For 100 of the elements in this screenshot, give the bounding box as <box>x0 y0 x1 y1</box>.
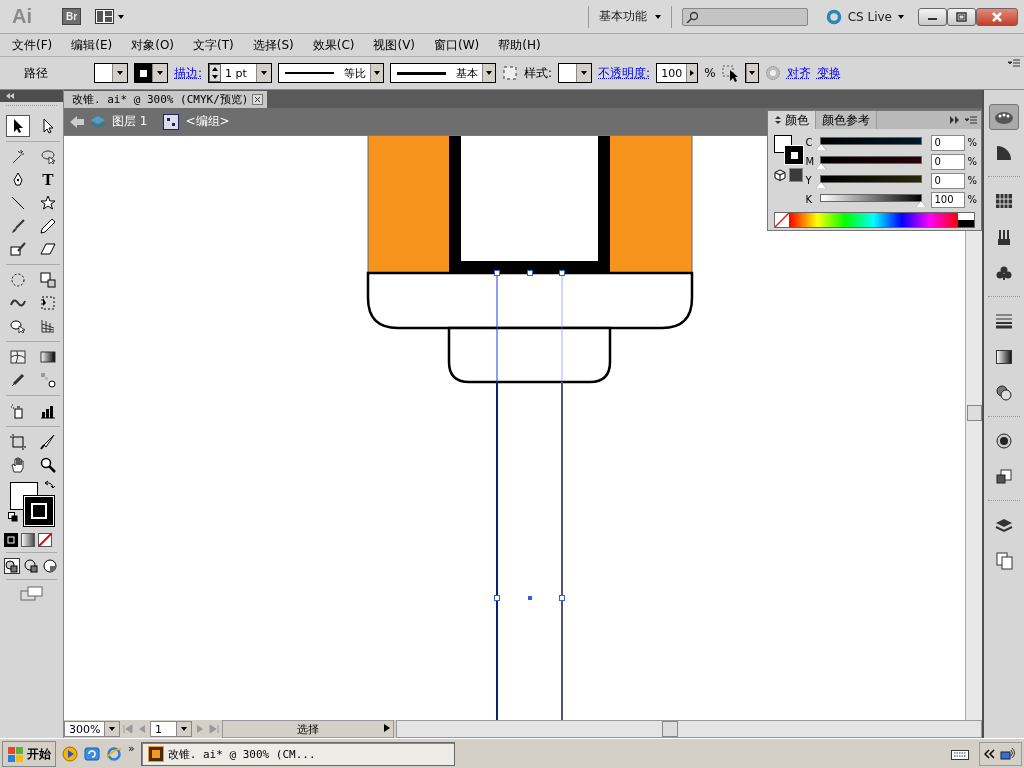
menu-item[interactable]: 文件(F) <box>5 36 65 54</box>
cursor-box-icon[interactable] <box>721 64 739 82</box>
menu-item[interactable]: 帮助(H) <box>491 36 553 54</box>
menu-item[interactable]: 文字(T) <box>186 36 246 54</box>
stroke-swatch-dropdown[interactable] <box>134 63 168 83</box>
media-player-icon[interactable] <box>62 746 78 762</box>
start-button[interactable]: 开始 <box>2 741 56 767</box>
percent-label: % <box>967 175 977 186</box>
bar-graph-icon <box>40 403 56 419</box>
menu-item[interactable]: 效果(C) <box>305 36 367 54</box>
panel-tab[interactable]: 颜色 <box>768 111 816 129</box>
rotate-icon <box>10 272 26 288</box>
menu-item[interactable]: 窗口(W) <box>427 36 492 54</box>
color-mode-icon[interactable] <box>4 533 18 547</box>
minimize-button[interactable] <box>918 7 947 26</box>
layout-icon[interactable] <box>95 9 115 24</box>
palette-icon <box>994 109 1014 125</box>
group-icon[interactable] <box>163 113 180 130</box>
close-button[interactable] <box>976 7 1018 26</box>
browser-icon[interactable] <box>106 746 122 762</box>
back-arrow-icon[interactable] <box>70 114 84 129</box>
channel-label: Y <box>805 175 813 186</box>
hollow-arrow-icon <box>40 118 56 134</box>
cube-icon[interactable] <box>774 169 786 182</box>
status-menu[interactable]: 选择 <box>222 720 394 738</box>
cs-live-menu[interactable]: CS Live <box>847 9 892 24</box>
stroke-swatch[interactable] <box>784 145 804 165</box>
pencil-icon <box>40 218 56 234</box>
channel-value-field[interactable]: 0 <box>931 153 966 170</box>
panel-tab[interactable]: 颜色参考 <box>816 111 877 129</box>
out-of-gamut-swatch[interactable] <box>789 168 803 182</box>
draw-behind-icon[interactable] <box>23 558 39 574</box>
gradient-mode-icon[interactable] <box>21 533 35 547</box>
blob-brush-icon <box>10 241 26 257</box>
width-profile-dropdown[interactable]: 等比 <box>278 63 385 83</box>
overlapping-circles-icon <box>996 385 1012 401</box>
panel-menu-icon[interactable] <box>965 116 977 124</box>
scrollbar-thumb[interactable] <box>967 405 982 421</box>
channel-value-field[interactable]: 100 <box>931 191 966 208</box>
dashed-frame-icon[interactable] <box>502 65 519 81</box>
swap-icon[interactable] <box>44 480 56 490</box>
channel-value-field[interactable]: 0 <box>931 134 966 151</box>
maximize-button[interactable] <box>947 7 976 26</box>
menu-item[interactable]: 编辑(E) <box>64 36 125 54</box>
type-tool[interactable]: T <box>36 169 60 191</box>
style-dropdown[interactable] <box>558 63 593 83</box>
zoom-dropdown[interactable]: 300% <box>64 721 120 737</box>
draw-normal-icon[interactable] <box>4 558 20 574</box>
search-field[interactable] <box>681 7 808 26</box>
opacity-link[interactable]: 不透明度: <box>598 64 651 82</box>
stroke-link[interactable]: 描边: <box>174 64 203 82</box>
percent-label: % <box>967 194 977 205</box>
group-crumb[interactable]: <编组> <box>185 113 230 130</box>
slider-thumb[interactable] <box>816 162 827 169</box>
color-panel-button[interactable] <box>989 104 1019 130</box>
menu-item[interactable]: 选择(S) <box>245 36 306 54</box>
align-link[interactable]: 对齐 <box>786 64 811 82</box>
windows-flag-icon <box>7 745 24 763</box>
close-icon[interactable] <box>252 94 264 105</box>
none-swatch-icon[interactable] <box>775 213 789 227</box>
brush-dropdown[interactable]: 基本 <box>390 63 497 83</box>
slider-thumb[interactable] <box>816 143 827 150</box>
shape-builder-icon <box>10 318 26 334</box>
collapse-icon[interactable] <box>6 93 14 99</box>
slider-thumb[interactable] <box>816 181 827 188</box>
page-dropdown[interactable]: 1 <box>150 721 192 737</box>
more-toolbar-button[interactable]: » <box>128 742 135 755</box>
refresh-window-icon[interactable] <box>84 746 100 762</box>
horizontal-scrollbar[interactable] <box>396 720 982 738</box>
pages-icon <box>995 552 1013 570</box>
workspace-switcher[interactable]: 基本功能 <box>598 8 661 25</box>
panel-menu-icon[interactable] <box>1008 59 1020 67</box>
expand-icon[interactable] <box>950 116 959 124</box>
taskbar-window-button[interactable]: 改锥. ai* @ 300% (CM... <box>140 742 455 766</box>
bridge-button[interactable]: Br <box>62 8 82 25</box>
none-mode-icon[interactable] <box>38 533 52 547</box>
default-colors-icon[interactable] <box>8 512 18 522</box>
document-tab[interactable]: 改锥. ai* @ 300% (CMYK/预览) <box>64 91 268 108</box>
menu-item[interactable]: 对象(O) <box>124 36 187 54</box>
percent-label: % <box>967 156 977 167</box>
expand-tray-icon[interactable] <box>984 748 995 760</box>
app-logo: Ai <box>12 5 33 28</box>
layer-crumb[interactable]: 图层 1 <box>112 113 148 130</box>
squares-icon <box>996 469 1012 485</box>
transform-link[interactable]: 变换 <box>816 64 841 82</box>
fill-swatch-dropdown[interactable] <box>94 63 128 83</box>
channel-label: M <box>805 156 816 167</box>
channel-value-field[interactable]: 0 <box>931 172 966 189</box>
target-circle-icon <box>996 433 1012 449</box>
draw-inside-icon[interactable] <box>42 558 58 574</box>
brush-icon <box>10 218 26 234</box>
opacity-field[interactable]: 100 <box>656 63 699 83</box>
menu-item[interactable]: 视图(V) <box>366 36 428 54</box>
dropdown[interactable] <box>744 63 759 83</box>
arrow-tool[interactable] <box>6 115 30 137</box>
color-spectrum[interactable] <box>774 212 975 228</box>
line-icon <box>10 195 26 211</box>
network-icon[interactable] <box>999 747 1017 761</box>
stroke-weight-field[interactable]: 1 pt <box>208 63 273 83</box>
screen-mode-icon[interactable] <box>20 586 43 601</box>
